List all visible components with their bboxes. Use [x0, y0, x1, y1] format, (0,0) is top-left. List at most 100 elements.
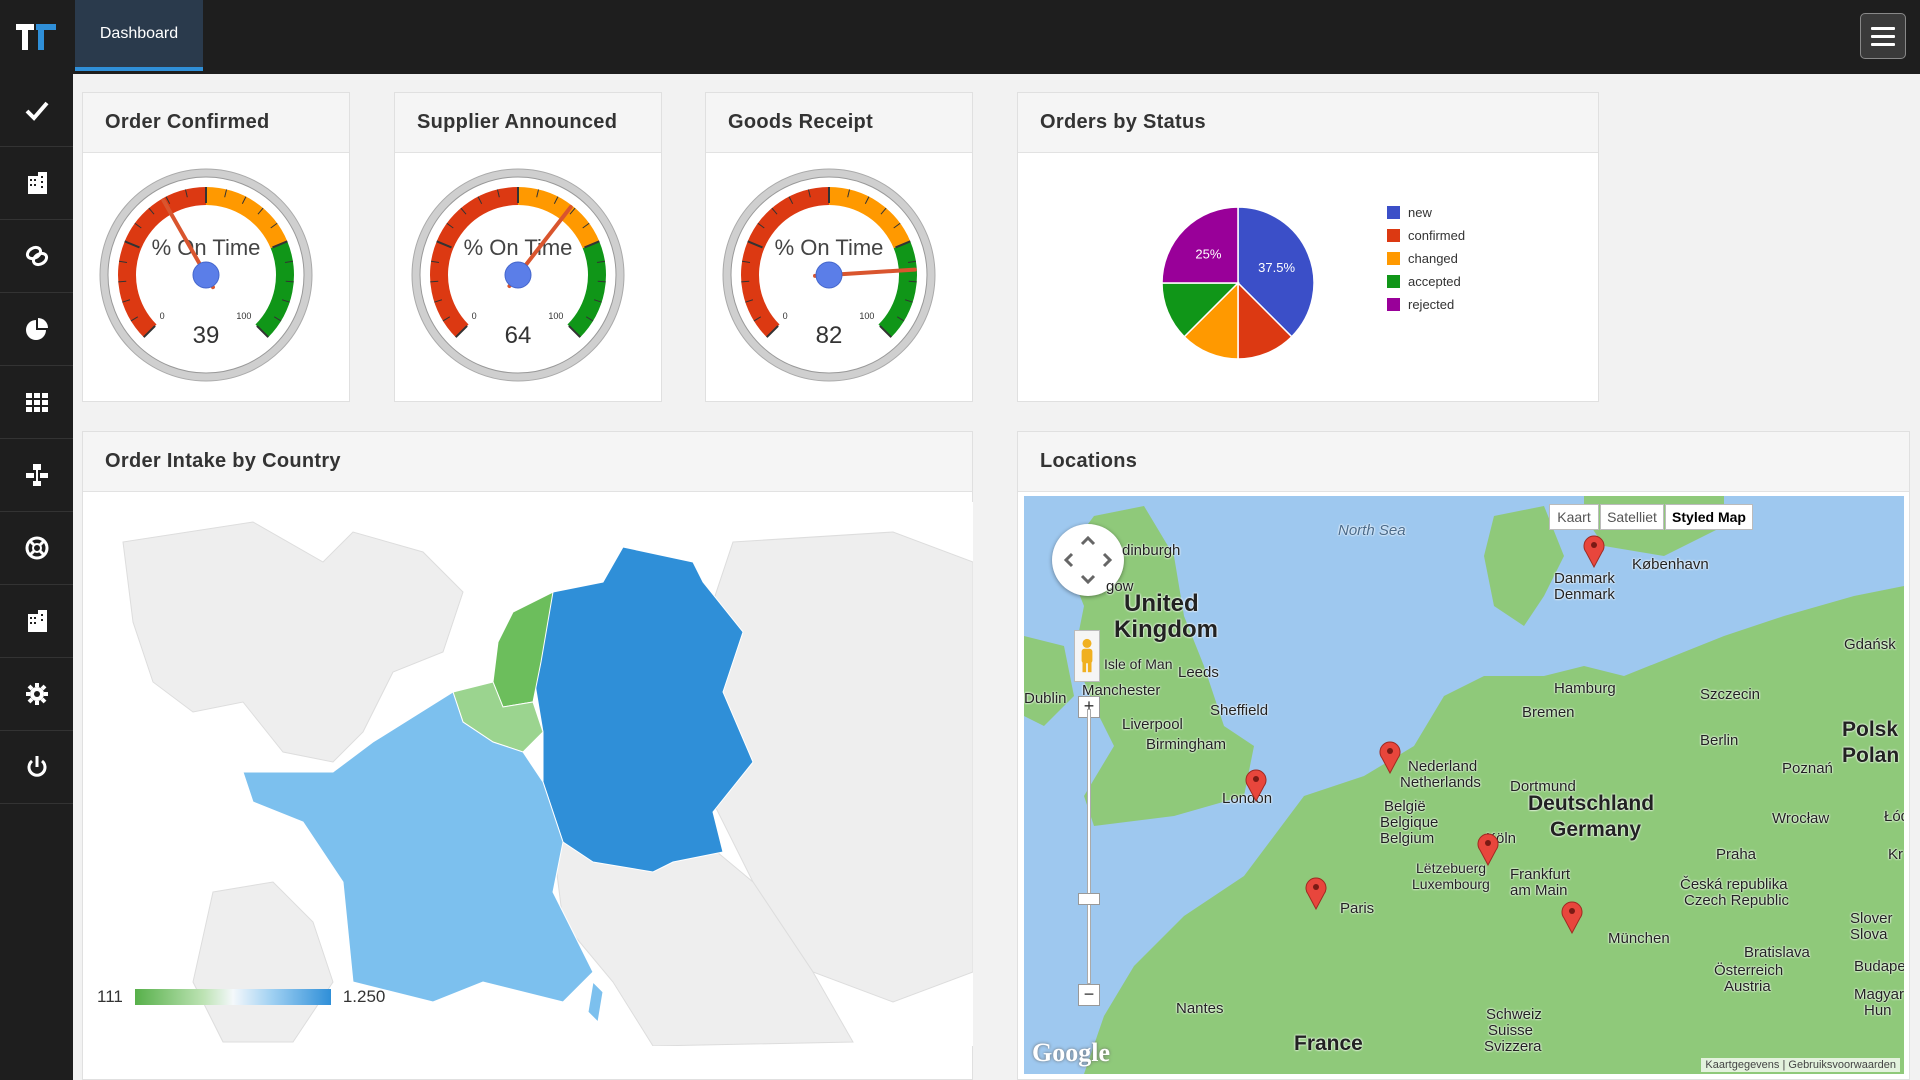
map-label: Polan	[1842, 744, 1900, 767]
map-label: Dublin	[1024, 690, 1067, 707]
color-scale: 111 1.250	[97, 987, 385, 1007]
locations-map[interactable]: Kaart Satelliet Styled Map + − North Sea…	[1024, 496, 1904, 1074]
gauge-tick	[285, 280, 294, 283]
map-label: Sheffield	[1210, 702, 1269, 719]
map-attribution[interactable]: Kaartgegevens | Gebruiksvoorwaarden	[1701, 1058, 1900, 1072]
legend-item[interactable]: confirmed	[1387, 224, 1465, 247]
legend-label: accepted	[1408, 274, 1461, 289]
map-label: Nantes	[1176, 1000, 1224, 1017]
orders-by-status-panel: Orders by Status 37.5% 25% new confirmed …	[1017, 92, 1599, 402]
zoom-out-button[interactable]: −	[1078, 984, 1100, 1006]
gauge-max-label: 100	[548, 311, 563, 321]
location-pin-paris[interactable]	[1304, 876, 1328, 910]
map-label: Isle of Man	[1104, 656, 1173, 672]
sidebar	[0, 74, 73, 1080]
legend-swatch	[1387, 275, 1400, 288]
gauge-max-label: 100	[859, 311, 874, 321]
tab-dashboard[interactable]: Dashboard	[75, 0, 203, 71]
sidebar-item-reports[interactable]	[0, 293, 73, 366]
map-label: Praha	[1716, 846, 1757, 863]
map-label: Svizzera	[1484, 1038, 1542, 1055]
status-pie-chart: 37.5% 25%	[1161, 206, 1315, 360]
location-pin-amsterdam[interactable]	[1378, 740, 1402, 774]
map-label: Bratislava	[1744, 944, 1810, 961]
panel-title: Supplier Announced	[395, 93, 661, 153]
map-label: Belgique	[1380, 814, 1439, 831]
map-label: Belgium	[1380, 830, 1435, 847]
scale-gradient	[134, 989, 331, 1005]
map-region-corsica[interactable]	[587, 980, 604, 1024]
app-logo[interactable]	[16, 18, 58, 56]
location-pin-london[interactable]	[1244, 768, 1268, 802]
gauge-hub	[192, 261, 220, 289]
panel-title: Goods Receipt	[706, 93, 972, 153]
map-label: Česká republika	[1680, 876, 1788, 893]
map-label: Magyar	[1854, 986, 1904, 1003]
legend-item[interactable]: changed	[1387, 247, 1465, 270]
sidebar-item-grid[interactable]	[0, 366, 73, 439]
map-label: Suisse	[1488, 1022, 1534, 1039]
panel-title: Orders by Status	[1018, 93, 1598, 153]
map-label: Liverpool	[1122, 716, 1183, 733]
map-label: Slover	[1850, 910, 1893, 927]
menu-button[interactable]	[1860, 13, 1906, 59]
map-label: Luxembourg	[1412, 876, 1490, 892]
map-label: Czech Republic	[1684, 892, 1790, 909]
location-pin-munich[interactable]	[1560, 900, 1584, 934]
zoom-slider-thumb[interactable]	[1078, 893, 1100, 905]
map-label: Danmark	[1554, 570, 1615, 587]
map-label: Budape	[1854, 958, 1904, 975]
gauge-tick	[908, 280, 917, 283]
gauge-order-confirmed: % On Time 0 100 39	[98, 167, 314, 383]
location-pin-frankfurt[interactable]	[1476, 832, 1500, 866]
building-icon-2	[27, 610, 47, 632]
map-label: Denmark	[1554, 586, 1615, 603]
map-label: Paris	[1340, 900, 1375, 917]
sidebar-item-support[interactable]	[0, 512, 73, 585]
map-label: North Sea	[1338, 522, 1406, 539]
panel-title: Order Intake by Country	[83, 432, 972, 492]
map-label: Berlin	[1700, 732, 1739, 749]
sidebar-item-structure[interactable]	[0, 439, 73, 512]
building-icon	[27, 172, 47, 194]
map-label: München	[1608, 930, 1670, 947]
gear-icon	[25, 683, 48, 705]
gauge-label: % On Time	[464, 235, 573, 260]
legend-item[interactable]: accepted	[1387, 270, 1465, 293]
sidebar-item-link[interactable]	[0, 220, 73, 293]
gauge-label: % On Time	[775, 235, 884, 260]
order-intake-panel: Order Intake by Country 111 1.250	[82, 431, 974, 1080]
map-type-satelliet[interactable]: Satelliet	[1600, 504, 1664, 530]
sidebar-item-logout[interactable]	[0, 731, 73, 804]
map-type-styled-map[interactable]: Styled Map	[1665, 504, 1753, 530]
legend-item[interactable]: new	[1387, 201, 1465, 224]
map-label: Nederland	[1408, 758, 1478, 775]
zoom-slider-track[interactable]	[1087, 709, 1091, 984]
legend-label: new	[1408, 205, 1432, 220]
gauge-tick	[597, 280, 606, 283]
panel-title: Locations	[1018, 432, 1909, 492]
map-label: Polsk	[1842, 718, 1899, 741]
location-pin-copenhagen[interactable]	[1582, 534, 1606, 568]
gauge-value: 39	[193, 322, 220, 349]
map-label: København	[1632, 556, 1709, 573]
legend-swatch	[1387, 206, 1400, 219]
sitemap-icon	[25, 464, 48, 486]
legend-item[interactable]: rejected	[1387, 293, 1465, 316]
legend-label: confirmed	[1408, 228, 1466, 243]
map-label: France	[1294, 1032, 1363, 1055]
sidebar-item-building-2[interactable]	[0, 585, 73, 658]
pie-data-label: 25%	[1195, 246, 1221, 261]
country-choropleth-map[interactable]	[93, 502, 974, 1047]
sidebar-item-check[interactable]	[0, 74, 73, 147]
pie-slice-rejected[interactable]	[1161, 206, 1239, 284]
sidebar-item-building[interactable]	[0, 147, 73, 220]
map-label: Netherlands	[1400, 774, 1481, 791]
map-type-kaart[interactable]: Kaart	[1549, 504, 1599, 530]
pegman-icon	[1081, 638, 1093, 673]
sidebar-item-settings[interactable]	[0, 658, 73, 731]
gauge-tick	[430, 280, 439, 283]
gauge-value: 82	[816, 322, 843, 349]
street-view-pegman[interactable]	[1074, 630, 1100, 682]
gauge-panel-goods-receipt: Goods Receipt % On Time 0 100 82	[705, 92, 973, 402]
